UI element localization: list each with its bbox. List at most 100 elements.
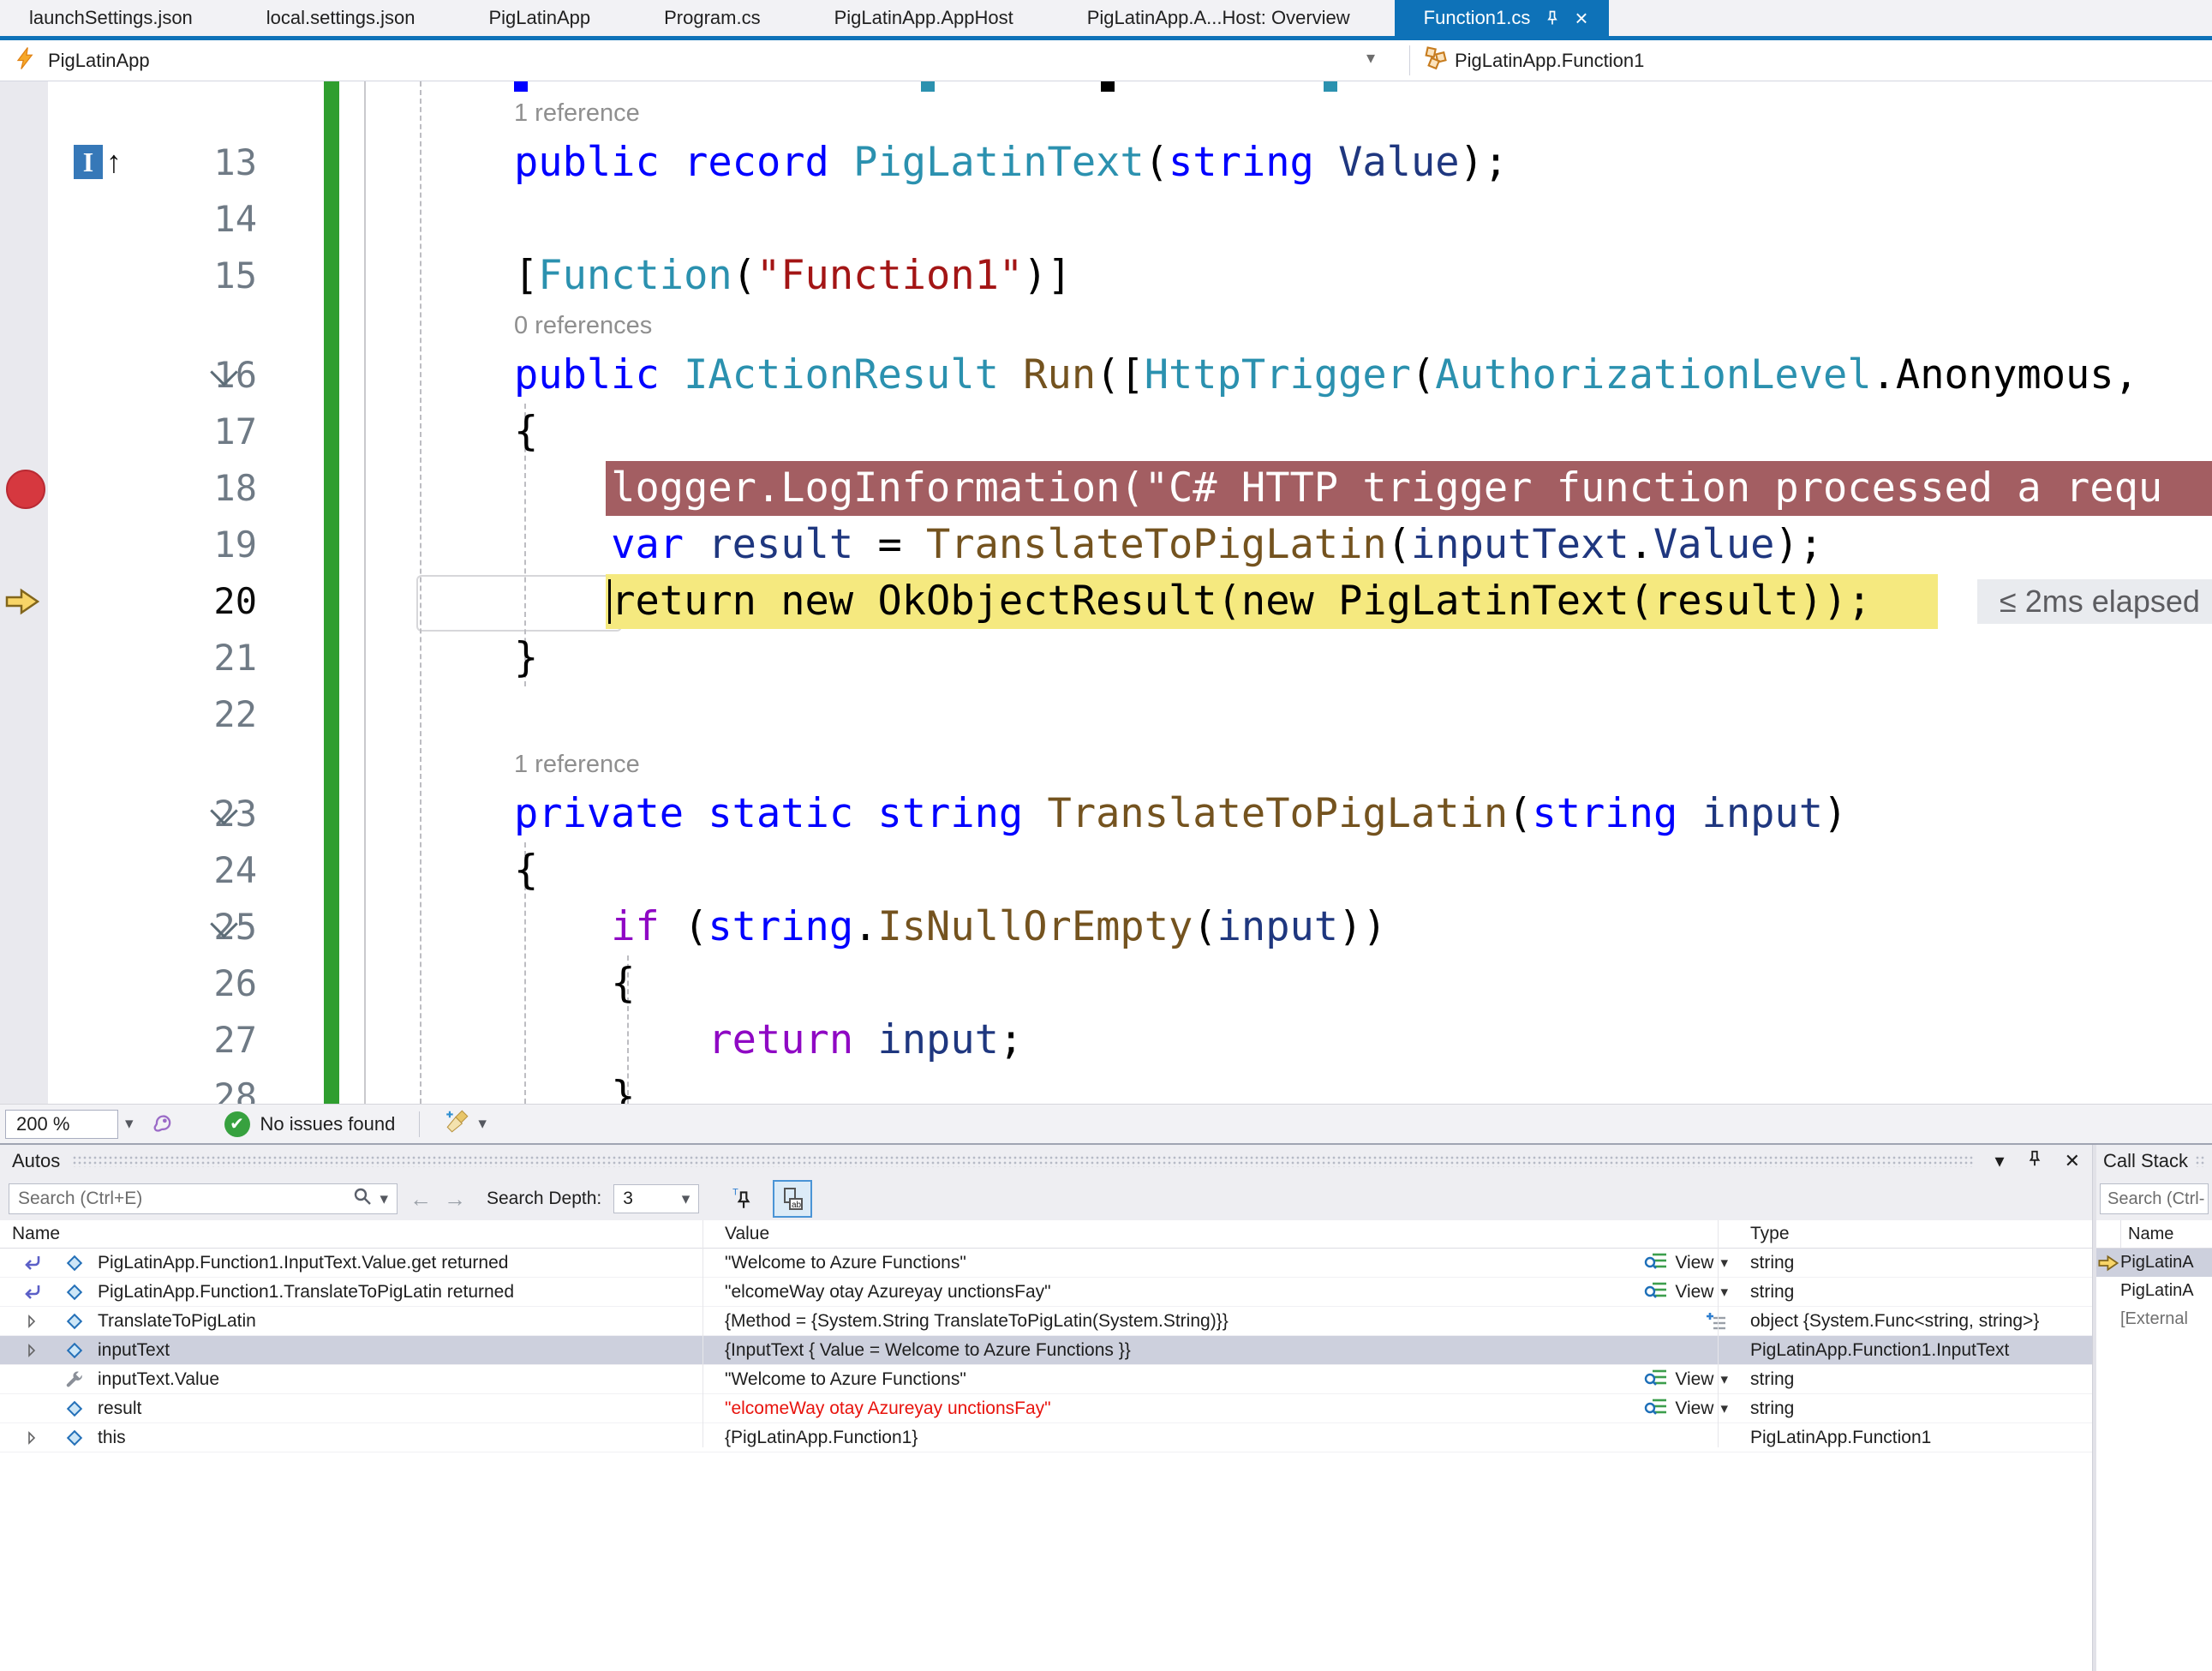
view-dropdown-icon[interactable]: ▾ [1720,1255,1728,1272]
code-line-23[interactable]: 23private static string TranslateToPigLa… [0,786,2212,842]
code-line-18[interactable]: 18 logger.LogInformation("C# HTTP trigge… [0,460,2212,517]
code-line-17[interactable]: 17{ [0,404,2212,460]
column-header-name[interactable]: Name [0,1224,714,1244]
autos-toolbar: Search (Ctrl+E) ▾ ← → Search Depth: 3▾ T… [0,1177,2092,1220]
expand-icon[interactable] [12,1431,51,1445]
codelens-references[interactable]: 0 references [0,304,2212,347]
tab-pin-icon[interactable] [1544,9,1561,27]
call-stack-frame[interactable]: PigLatinA [2096,1249,2212,1277]
view-label[interactable]: View [1675,1398,1713,1419]
codelens-references[interactable]: 1 reference [0,743,2212,786]
view-value-link[interactable]: View ▾ [1644,1250,1740,1276]
code-line-25[interactable]: 25 if (string.IsNullOrEmpty(input)) [0,899,2212,955]
zoom-level-input[interactable]: 200 % [5,1110,118,1139]
autos-row-this[interactable]: this{PigLatinApp.Function1}PigLatinApp.F… [0,1423,2092,1452]
codelens-text[interactable]: 1 reference [514,743,640,786]
autos-row-translatetopiglatin[interactable]: TranslateToPigLatin {Method = {System.Str… [0,1307,2092,1336]
view-value-link[interactable]: View ▾ [1644,1396,1740,1422]
inheritance-margin-icon[interactable]: I↑ [74,145,122,179]
codelens-references[interactable]: 1 reference [0,92,2212,135]
code-line-20[interactable]: 20 return new OkObjectResult(new PigLati… [0,573,2212,630]
variable-value[interactable]: "Welcome to Azure Functions" [725,1253,966,1273]
variable-type: string [1740,1282,2092,1303]
search-icon[interactable] [352,1186,373,1212]
view-label[interactable]: View [1675,1253,1713,1273]
expand-icon[interactable] [12,1315,51,1328]
tab-piglatinapp-apphost[interactable]: PigLatinApp.AppHost [805,0,1043,36]
autos-title-bar[interactable]: Autos ▾ ✕ [0,1145,2092,1177]
codelens-text[interactable]: 0 references [514,304,652,347]
class-icon [1424,46,1448,75]
column-header-value[interactable]: Value [714,1224,1740,1244]
tab-program-cs[interactable]: Program.cs [635,0,789,36]
code-line-19[interactable]: 19 var result = TranslateToPigLatin(inpu… [0,517,2212,573]
zoom-dropdown-icon[interactable]: ▾ [125,1114,134,1134]
code-line-14[interactable]: 14 [0,191,2212,248]
code-line-22[interactable]: 22 [0,686,2212,743]
variable-value[interactable]: "Welcome to Azure Functions" [725,1369,966,1390]
code-cleanup-dropdown-icon[interactable]: ▾ [478,1114,487,1134]
variable-value[interactable]: {InputText { Value = Welcome to Azure Fu… [725,1340,1131,1361]
code-line-16[interactable]: 16public IActionResult Run([HttpTrigger(… [0,347,2212,404]
column-header-type[interactable]: Type [1740,1224,2092,1244]
code-line-24[interactable]: 24{ [0,842,2212,899]
search-depth-select[interactable]: 3▾ [613,1184,699,1213]
perf-tip[interactable]: ≤ 2ms elapsed [1977,579,2212,624]
pin-values-icon[interactable]: T [725,1182,761,1216]
codelens-text[interactable]: 1 reference [514,92,640,135]
variable-name: TranslateToPigLatin [98,1311,256,1332]
suggestion-icon[interactable] [151,1110,175,1139]
search-next-icon[interactable]: → [444,1186,466,1213]
symbol-dropdown[interactable]: PigLatinApp.Function1 [1424,40,1644,81]
breakpoint-icon[interactable] [6,470,45,509]
variable-value[interactable]: {Method = {System.String TranslateToPigL… [725,1311,1229,1332]
autos-search-input[interactable]: Search (Ctrl+E) ▾ [9,1183,398,1214]
code-line-26[interactable]: 26 { [0,955,2212,1012]
call-stack-title-bar[interactable]: Call Stack [2096,1145,2212,1177]
expand-icon[interactable] [12,1344,51,1357]
tab-piglatinapp-a-host-overview[interactable]: PigLatinApp.A...Host: Overview [1058,0,1379,36]
project-name: PigLatinApp [48,50,150,72]
view-value-link[interactable]: View ▾ [1644,1279,1740,1305]
window-position-icon[interactable]: ▾ [1995,1150,2005,1172]
code-line-21[interactable]: 21} [0,630,2212,686]
call-stack-frame[interactable]: [External [2096,1305,2212,1333]
code-line-15[interactable]: 15[Function("Function1")] [0,248,2212,304]
pin-icon[interactable] [2025,1149,2044,1173]
tab-function1-cs[interactable]: Function1.cs× [1395,0,1609,36]
autos-row-inputtext-value[interactable]: inputText.Value "Welcome to Azure Functio… [0,1365,2092,1394]
code-line-13[interactable]: 13I↑public record PigLatinText(string Va… [0,135,2212,191]
view-value-link[interactable]: View ▾ [1644,1367,1740,1392]
code-cleanup-icon[interactable] [444,1109,471,1140]
view-label[interactable]: View [1675,1282,1713,1303]
variable-value[interactable]: {PigLatinApp.Function1} [725,1428,918,1448]
search-prev-icon[interactable]: ← [410,1186,432,1213]
call-stack-frame[interactable]: PigLatinA [2096,1277,2212,1305]
chevron-down-icon[interactable]: ▾ [1366,47,1375,69]
code-line-27[interactable]: 27 return input; [0,1012,2212,1069]
tab-launchsettings-json[interactable]: launchSettings.json [0,0,222,36]
panel-drag-texture[interactable] [72,1155,1974,1167]
tab-piglatinapp[interactable]: PigLatinApp [459,0,619,36]
view-dropdown-icon[interactable]: ▾ [1720,1284,1728,1301]
variable-name: inputText.Value [98,1369,219,1390]
autos-row-inputtext[interactable]: inputText{InputText { Value = Welcome to… [0,1336,2092,1365]
code-line-28[interactable]: 28 } [0,1069,2212,1104]
call-stack-search-input[interactable]: Search (Ctrl- [2100,1183,2209,1214]
add-to-watch-icon[interactable] [1706,1311,1740,1332]
code-editor[interactable]: 1 reference13I↑public record PigLatinTex… [0,81,2212,1104]
tab-close-icon[interactable]: × [1575,7,1587,29]
autos-row-piglatinapp-function1-translatetopiglatin-returned[interactable]: PigLatinApp.Function1.TranslateToPigLati… [0,1278,2092,1307]
variable-value[interactable]: "elcomeWay otay Azureyay unctionsFay" [725,1398,1051,1419]
view-label[interactable]: View [1675,1369,1713,1390]
format-values-icon[interactable]: ab [773,1180,812,1218]
tab-local-settings-json[interactable]: local.settings.json [237,0,445,36]
autos-row-result[interactable]: result"elcomeWay otay Azureyay unctionsF… [0,1394,2092,1423]
autos-row-piglatinapp-function1-inputtext-value-get-returned[interactable]: PigLatinApp.Function1.InputText.Value.ge… [0,1249,2092,1278]
view-dropdown-icon[interactable]: ▾ [1720,1400,1728,1417]
close-icon[interactable]: ✕ [2065,1150,2080,1172]
variable-value[interactable]: "elcomeWay otay Azureyay unctionsFay" [725,1282,1051,1303]
view-dropdown-icon[interactable]: ▾ [1720,1371,1728,1388]
project-dropdown[interactable]: PigLatinApp [14,40,150,81]
search-options-icon[interactable]: ▾ [380,1189,388,1209]
